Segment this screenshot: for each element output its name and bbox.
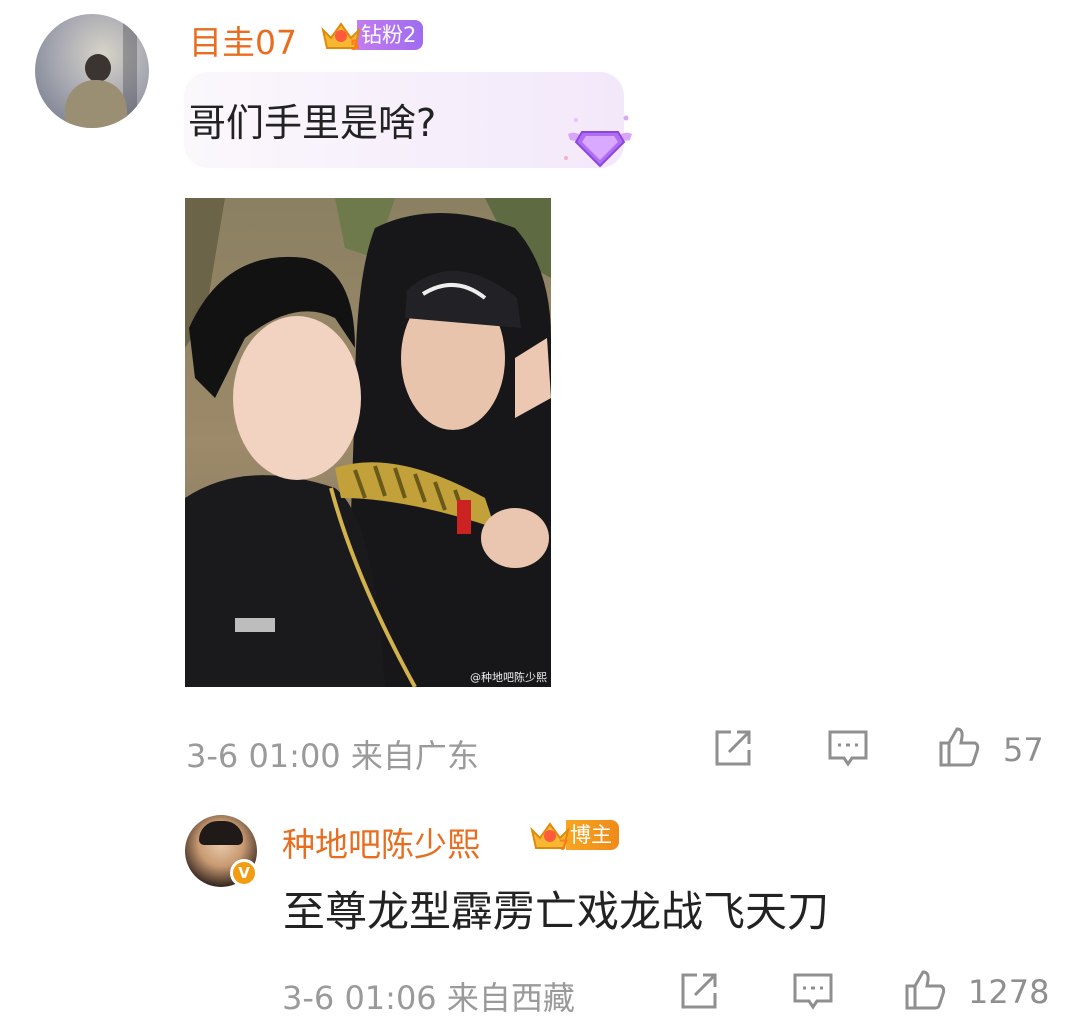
- comment-text: 哥们手里是啥?: [188, 101, 437, 145]
- photo-illustration: [185, 198, 551, 687]
- badge-level: 7: [559, 838, 569, 852]
- gem-wings-icon: [562, 110, 638, 172]
- blogger-badge[interactable]: 7 博主: [528, 818, 619, 854]
- comment-text: 至尊龙型霹雳亡戏龙战飞天刀: [283, 887, 830, 936]
- comment-icon[interactable]: [791, 969, 835, 1013]
- avatar-figure-head: [85, 54, 111, 82]
- like-icon[interactable]: [937, 725, 981, 769]
- share-icon[interactable]: [677, 969, 721, 1013]
- username[interactable]: 种地吧陈少熙: [282, 818, 480, 866]
- fan-badge[interactable]: 5 钻粉2: [319, 18, 424, 54]
- like-icon[interactable]: [903, 968, 947, 1012]
- location: 来自西藏: [446, 979, 575, 1017]
- like-count: 57: [1003, 731, 1044, 769]
- timestamp: 3-6 01:06: [282, 979, 437, 1017]
- timestamp: 3-6 01:00: [186, 737, 341, 775]
- badge-label: 钻粉2: [357, 20, 424, 50]
- photo-watermark: @种地吧陈少熙: [470, 671, 547, 684]
- location: 来自广东: [350, 737, 479, 775]
- verified-icon: V: [230, 859, 258, 887]
- comment-meta: 3-6 01:00 来自广东: [186, 731, 479, 777]
- badge-label: 博主: [566, 820, 619, 850]
- comment-icon[interactable]: [826, 726, 870, 770]
- avatar[interactable]: [35, 14, 149, 128]
- share-icon[interactable]: [711, 726, 755, 770]
- comment-meta: 3-6 01:06 来自西藏: [282, 973, 575, 1019]
- badge-level: 5: [350, 38, 360, 52]
- username[interactable]: 目圭07: [189, 16, 297, 64]
- avatar-hair: [199, 821, 243, 845]
- like-count: 1278: [968, 973, 1050, 1011]
- avatar-figure-body: [65, 80, 127, 128]
- comment-photo[interactable]: @种地吧陈少熙: [185, 198, 551, 687]
- crown-icon: 5: [319, 18, 363, 54]
- crown-icon: 7: [528, 818, 572, 854]
